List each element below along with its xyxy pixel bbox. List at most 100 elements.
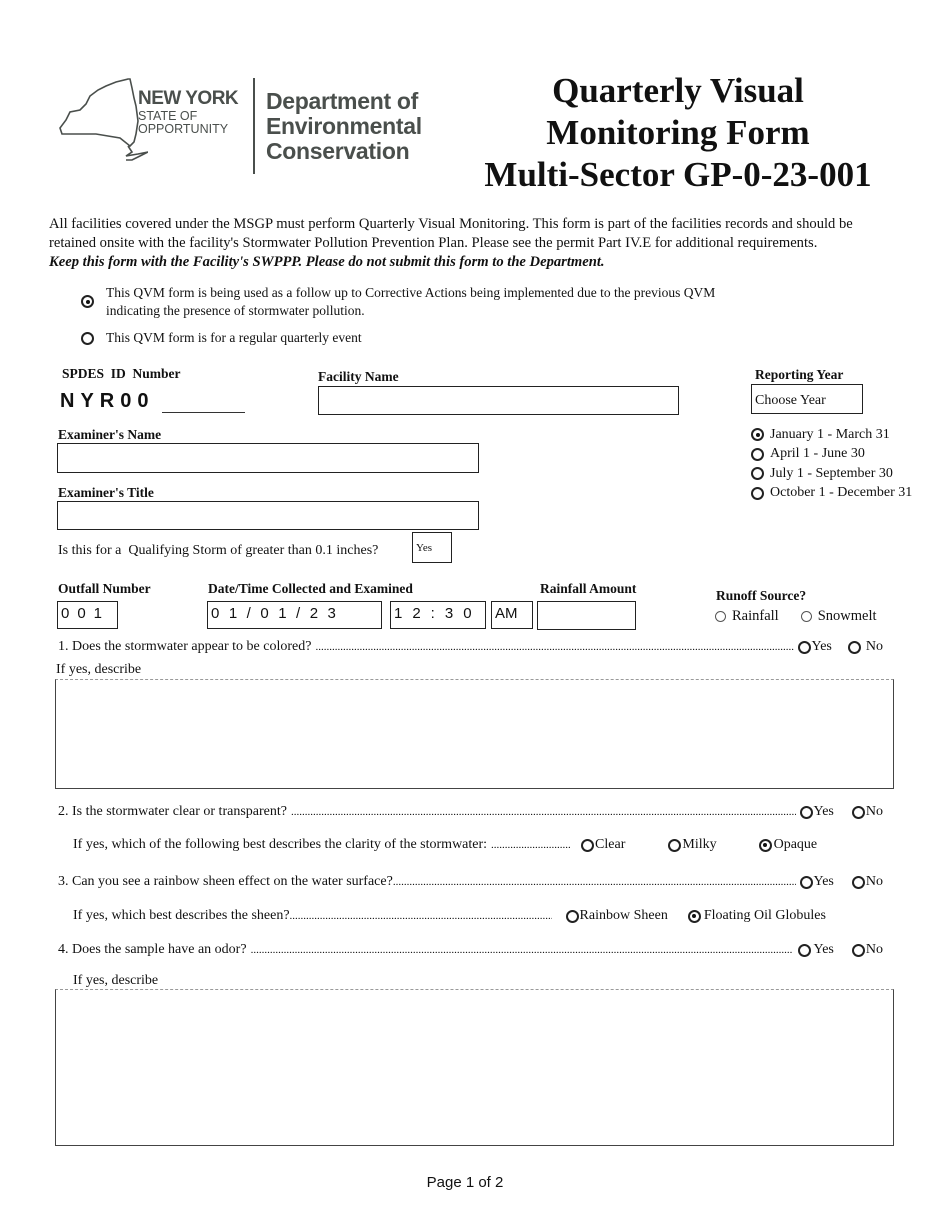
q4-no-label: No: [865, 942, 883, 957]
logo-divider: [253, 78, 255, 174]
q3-no-label: No: [865, 874, 883, 889]
radio-q2-yes[interactable]: [799, 805, 813, 819]
q2-followup-text: If yes, which of the following best desc…: [73, 837, 488, 852]
runoff-source-label: Runoff Source?: [716, 588, 807, 603]
reporting-year-value: Choose Year: [755, 393, 826, 408]
question-1-text: 1. Does the stormwater appear to be colo…: [58, 639, 312, 654]
quarter-option[interactable]: April 1 - June 30: [751, 445, 912, 465]
examiner-name-input[interactable]: [57, 443, 479, 473]
dept-name-line1: Department of: [266, 88, 419, 114]
purpose-followup-label-1: This QVM form is being used as a follow …: [106, 285, 716, 300]
radio-q2-opaque[interactable]: [758, 838, 772, 852]
question-3-text: 3. Can you see a rainbow sheen effect on…: [58, 874, 393, 889]
ny-state-outline-icon: [59, 78, 148, 161]
radio-q2-clear[interactable]: [581, 838, 595, 852]
page-title: Quarterly Visual Monitoring Form Multi-S…: [458, 70, 898, 196]
radio-q2-milky[interactable]: [668, 838, 682, 852]
q3-followup-text: If yes, which best describes the sheen?: [73, 908, 290, 923]
question-2: 2. Is the stormwater clear or transparen…: [58, 803, 883, 821]
leader-dots: ........................................…: [491, 839, 571, 851]
quarter-option[interactable]: July 1 - September 30: [751, 464, 912, 484]
quarter-option[interactable]: October 1 - December 31: [751, 484, 912, 504]
q2-no-label: No: [865, 804, 883, 819]
radio-q1-no[interactable]: [847, 640, 861, 654]
title-line1: Quarterly Visual: [552, 71, 804, 110]
title-line2: Monitoring Form: [546, 113, 810, 152]
radio-q3-no[interactable]: [851, 875, 865, 889]
examiner-title-input[interactable]: [57, 501, 479, 530]
radio-q3-yes[interactable]: [799, 875, 813, 889]
quarter-label: January 1 - March 31: [770, 426, 890, 442]
spdes-input[interactable]: [162, 396, 245, 413]
q1-yes-label: Yes: [811, 639, 832, 654]
question-3-followup: If yes, which best describes the sheen? …: [73, 907, 888, 925]
question-2-followup: If yes, which of the following best desc…: [73, 836, 888, 854]
radio-q2-no[interactable]: [851, 805, 865, 819]
dept-name-line2: Environmental: [266, 113, 422, 139]
intro-text: All facilities covered under the MSGP mu…: [49, 215, 899, 272]
quarter-option[interactable]: January 1 - March 31: [751, 425, 912, 445]
q1-describe-textarea[interactable]: [55, 679, 894, 789]
leader-dots: ........................................…: [315, 641, 793, 653]
reporting-year-select[interactable]: Choose Year: [751, 384, 863, 414]
radio-runoff-rainfall[interactable]: [715, 611, 726, 622]
purpose-followup-label-2: indicating the presence of stormwater po…: [106, 303, 365, 318]
leader-dots: ........................................…: [289, 910, 552, 922]
question-4: 4. Does the sample have an odor? .......…: [58, 941, 883, 959]
radio-runoff-snowmelt[interactable]: [800, 611, 812, 622]
q4-describe-label: If yes, describe: [73, 973, 159, 988]
examiner-name-label: Examiner's Name: [58, 427, 162, 442]
facility-name-input[interactable]: [318, 386, 679, 415]
qualifying-storm-question: Is this for a Qualifying Storm of greate…: [58, 543, 379, 558]
question-4-text: 4. Does the sample have an odor?: [58, 942, 247, 957]
ampm-select[interactable]: AM: [491, 601, 533, 629]
title-line3: Multi-Sector GP-0-23-001: [484, 155, 872, 194]
runoff-snowmelt-label: Snowmelt: [817, 608, 877, 624]
radio-quarter-q3[interactable]: [751, 467, 764, 481]
runoff-source-options: Rainfall Snowmelt: [715, 608, 877, 625]
quarter-options: January 1 - March 31 April 1 - June 30 J…: [751, 425, 912, 503]
radio-q4-no[interactable]: [851, 943, 865, 957]
time-input[interactable]: 12:30: [390, 601, 486, 629]
radio-q1-yes[interactable]: [797, 640, 811, 654]
qualifying-storm-select[interactable]: Yes: [412, 532, 452, 563]
q4-describe-textarea[interactable]: [55, 989, 894, 1146]
quarter-label: April 1 - June 30: [770, 446, 865, 462]
q1-describe-label: If yes, describe: [56, 662, 142, 677]
quarter-label: October 1 - December 31: [770, 485, 913, 501]
q3-yes-label: Yes: [813, 874, 834, 889]
q2-clear-label: Clear: [595, 837, 626, 852]
radio-q4-yes[interactable]: [797, 943, 811, 957]
rainfall-label: Rainfall Amount: [540, 581, 637, 596]
outfall-label: Outfall Number: [58, 581, 151, 596]
q4-yes-label: Yes: [813, 942, 834, 957]
q2-opaque-label: Opaque: [773, 837, 818, 852]
dept-name-line3: Conservation: [266, 138, 410, 164]
qualifying-storm-value: Yes: [416, 542, 433, 554]
quarter-label: July 1 - September 30: [770, 465, 893, 481]
intro-emphasis: Keep this form with the Facility's SWPPP…: [49, 254, 605, 270]
radio-quarter-q1[interactable]: [751, 428, 764, 442]
radio-q3-floating-oil[interactable]: [687, 909, 701, 923]
date-input[interactable]: 01/01/23: [207, 601, 382, 629]
radio-q3-rainbow-sheen[interactable]: [565, 909, 579, 923]
ampm-value: AM: [495, 605, 518, 622]
examiner-title-label: Examiner's Title: [58, 485, 154, 500]
runoff-rainfall-label: Rainfall: [732, 608, 779, 624]
purpose-option-regular[interactable]: This QVM form is for a regular quarterly…: [81, 330, 362, 346]
radio-quarter-q2[interactable]: [751, 447, 764, 461]
purpose-option-followup[interactable]: This QVM form is being used as a follow …: [80, 284, 780, 320]
spdes-label: SPDES ID Number: [62, 366, 181, 381]
question-2-text: 2. Is the stormwater clear or transparen…: [58, 804, 287, 819]
logo-state-tagline-2: OPPORTUNITY: [138, 122, 229, 136]
q2-milky-label: Milky: [682, 837, 717, 852]
leader-dots: ........................................…: [290, 806, 796, 818]
spdes-prefix: NYR00: [60, 390, 155, 412]
radio-purpose-regular[interactable]: [81, 331, 94, 345]
radio-purpose-followup[interactable]: [81, 295, 94, 308]
radio-quarter-q4[interactable]: [751, 486, 764, 500]
outfall-input[interactable]: 001: [57, 601, 118, 629]
q3-rainbow-sheen-label: Rainbow Sheen: [579, 908, 668, 923]
rainfall-input[interactable]: [537, 601, 636, 630]
intro-paragraph: All facilities covered under the MSGP mu…: [49, 216, 853, 251]
